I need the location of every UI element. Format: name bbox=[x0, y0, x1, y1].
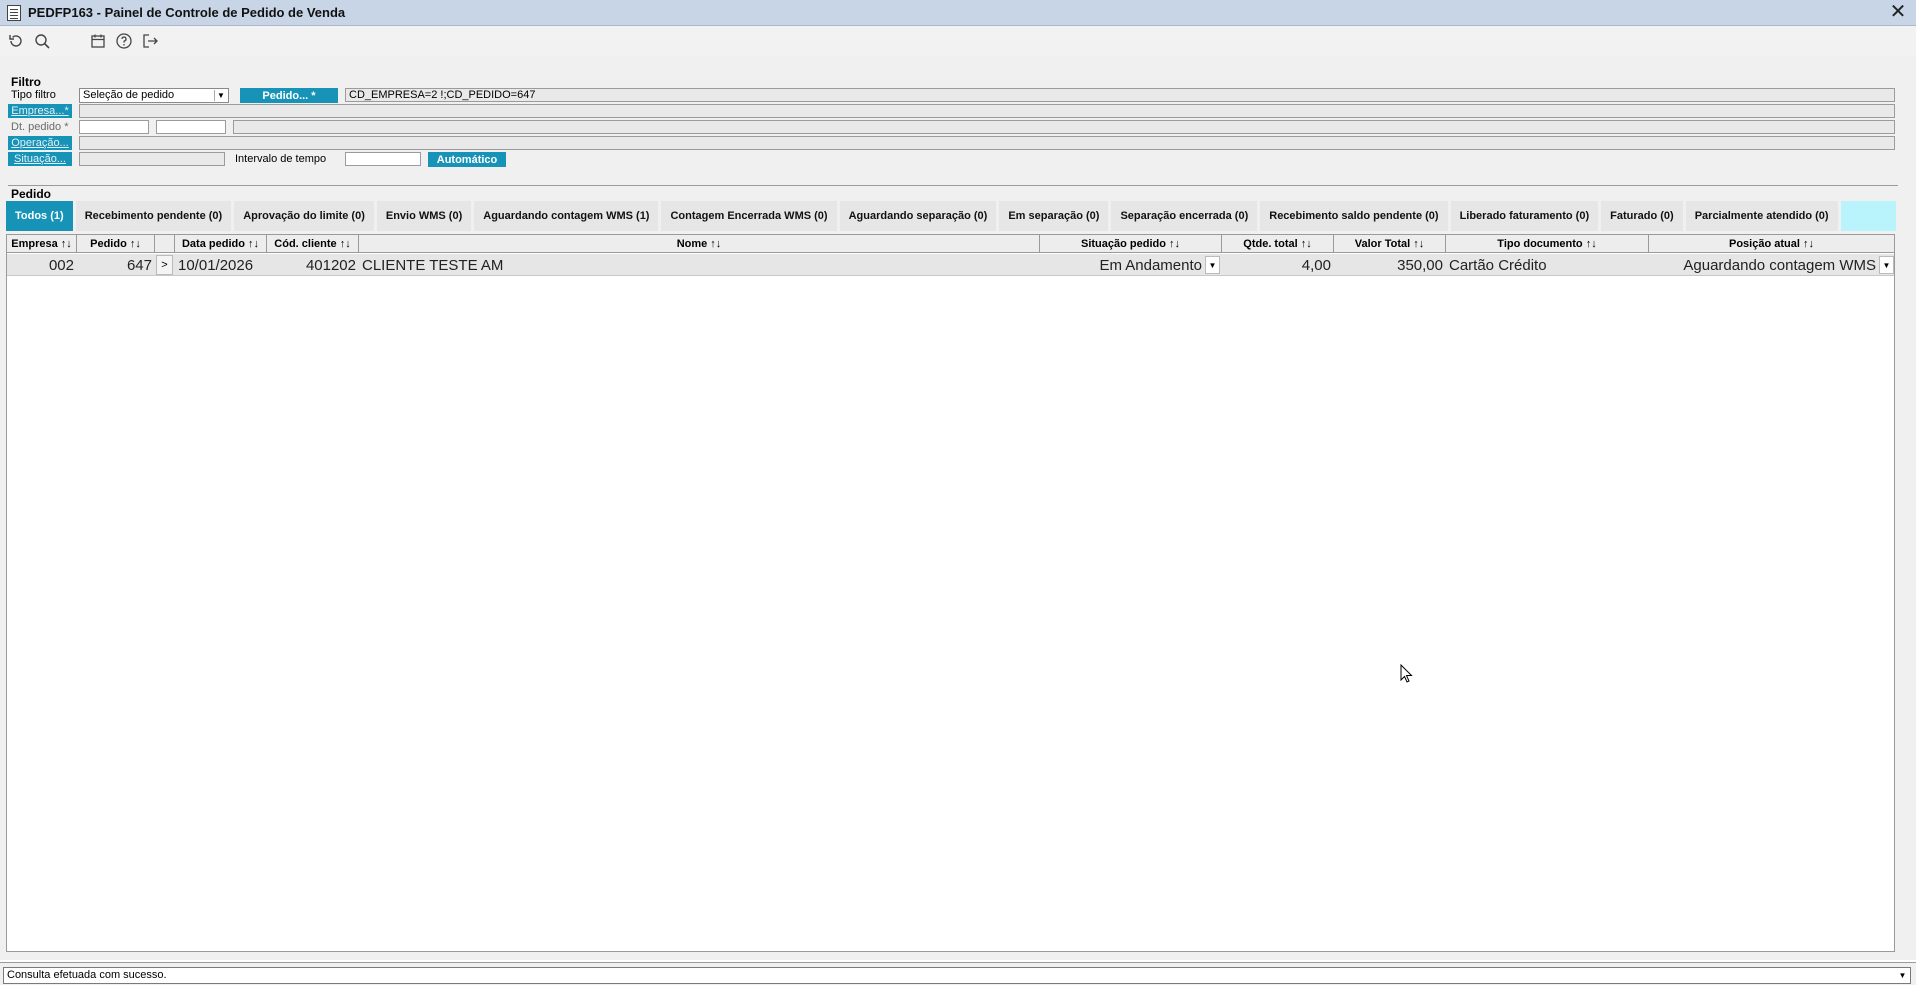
tab-aguardando-contagem-wms[interactable]: Aguardando contagem WMS (1) bbox=[474, 201, 662, 231]
close-window-button[interactable]: ✕ bbox=[1888, 2, 1908, 23]
status-message: Consulta efetuada com sucesso. bbox=[7, 969, 167, 981]
intervalo-field[interactable] bbox=[345, 152, 421, 166]
cell-nome: CLIENTE TESTE AM bbox=[362, 256, 504, 274]
column-header-tipo-documento[interactable]: Tipo documento ↑↓ bbox=[1446, 235, 1649, 253]
grid-header: Empresa ↑↓ Pedido ↑↓ Data pedido ↑↓ Cód.… bbox=[7, 235, 1894, 253]
title-bar: PEDFP163 - Painel de Controle de Pedido … bbox=[0, 0, 1916, 26]
dt-pedido-label: Dt. pedido * bbox=[11, 121, 69, 133]
tab-envio-wms[interactable]: Envio WMS (0) bbox=[376, 201, 475, 231]
window-title: PEDFP163 - Painel de Controle de Pedido … bbox=[28, 5, 346, 20]
tab-contagem-encerrada-wms[interactable]: Contagem Encerrada WMS (0) bbox=[661, 201, 840, 231]
filter-divider bbox=[8, 185, 1898, 186]
pedido-section-title: Pedido bbox=[11, 187, 52, 201]
column-header-cod-cliente[interactable]: Cód. cliente ↑↓ bbox=[267, 235, 359, 253]
tab-recebimento-saldo-pendente[interactable]: Recebimento saldo pendente (0) bbox=[1260, 201, 1451, 231]
cell-cod-cliente: 401202 bbox=[305, 256, 356, 274]
exit-icon[interactable] bbox=[140, 31, 160, 51]
pedido-grid: Empresa ↑↓ Pedido ↑↓ Data pedido ↑↓ Cód.… bbox=[6, 234, 1895, 952]
column-header-posicao-atual[interactable]: Posição atual ↑↓ bbox=[1649, 235, 1894, 253]
dt-pedido-description-field bbox=[233, 120, 1895, 134]
situacao-field[interactable] bbox=[79, 152, 225, 166]
cell-data-pedido: 10/01/2026 bbox=[178, 256, 254, 274]
main-panel: Filtro Tipo filtro Seleção de pedido ▼ P… bbox=[0, 56, 1916, 960]
cell-qtde-total: 4,00 bbox=[1301, 256, 1331, 274]
tab-aguardando-separacao[interactable]: Aguardando separação (0) bbox=[839, 201, 1000, 231]
chevron-down-icon[interactable]: ▼ bbox=[1896, 969, 1909, 982]
cell-valor-total: 350,00 bbox=[1397, 256, 1443, 274]
column-header-valor-total[interactable]: Valor Total ↑↓ bbox=[1334, 235, 1446, 253]
tab-todos[interactable]: Todos (1) bbox=[6, 201, 76, 231]
column-header-empresa[interactable]: Empresa ↑↓ bbox=[7, 235, 77, 253]
automatico-button[interactable]: Automático bbox=[428, 152, 506, 167]
mouse-cursor-icon bbox=[1400, 664, 1413, 683]
tab-aprovacao-limite[interactable]: Aprovação do limite (0) bbox=[234, 201, 377, 231]
tab-liberado-faturamento[interactable]: Liberado faturamento (0) bbox=[1450, 201, 1602, 231]
cell-posicao-atual: Aguardando contagem WMS bbox=[1683, 256, 1876, 274]
tab-separacao-encerrada[interactable]: Separação encerrada (0) bbox=[1111, 201, 1261, 231]
cell-tipo-documento: Cartão Crédito bbox=[1449, 256, 1547, 274]
intervalo-label: Intervalo de tempo bbox=[235, 153, 327, 165]
status-message-field[interactable]: Consulta efetuada com sucesso. ▼ bbox=[3, 967, 1911, 984]
pedido-filter-field[interactable]: CD_EMPRESA=2 !;CD_PEDIDO=647 bbox=[345, 88, 1895, 102]
column-header-pedido[interactable]: Pedido ↑↓ bbox=[77, 235, 155, 253]
operacao-lookup-button[interactable]: Operação... bbox=[8, 136, 72, 150]
cell-situacao-pedido: Em Andamento bbox=[1099, 256, 1202, 274]
column-header-situacao-pedido[interactable]: Situação pedido ↑↓ bbox=[1040, 235, 1222, 253]
cell-empresa: 002 bbox=[48, 256, 74, 274]
column-header-nome[interactable]: Nome ↑↓ bbox=[359, 235, 1040, 253]
column-header-data-pedido[interactable]: Data pedido ↑↓ bbox=[175, 235, 267, 253]
tab-faturado[interactable]: Faturado (0) bbox=[1601, 201, 1686, 231]
operacao-field[interactable] bbox=[79, 136, 1895, 150]
row-expand-button[interactable]: > bbox=[156, 255, 173, 275]
situacao-dropdown-icon[interactable]: ▼ bbox=[1205, 256, 1220, 274]
column-header-expand bbox=[155, 235, 175, 253]
refresh-icon[interactable] bbox=[6, 31, 26, 51]
empresa-field[interactable] bbox=[79, 104, 1895, 118]
dt-pedido-from-field[interactable] bbox=[79, 120, 149, 134]
cell-pedido: 647 bbox=[126, 256, 152, 274]
status-bar: Consulta efetuada com sucesso. ▼ bbox=[0, 962, 1916, 985]
dt-pedido-to-field[interactable] bbox=[156, 120, 226, 134]
situacao-lookup-button[interactable]: Situação... bbox=[8, 152, 72, 166]
tab-em-separacao[interactable]: Em separação (0) bbox=[999, 201, 1112, 231]
empresa-lookup-button[interactable]: Empresa...* bbox=[8, 104, 72, 118]
filter-section-title: Filtro bbox=[11, 75, 41, 89]
tipo-filtro-value: Seleção de pedido bbox=[83, 89, 175, 101]
chevron-down-icon[interactable]: ▼ bbox=[214, 90, 227, 101]
status-tabs: Todos (1) Recebimento pendente (0) Aprov… bbox=[6, 201, 1896, 231]
app-document-icon bbox=[7, 4, 21, 21]
column-header-qtde-total[interactable]: Qtde. total ↑↓ bbox=[1222, 235, 1334, 253]
toolbar bbox=[0, 26, 1916, 56]
tipo-filtro-label: Tipo filtro bbox=[11, 89, 56, 101]
tipo-filtro-select[interactable]: Seleção de pedido ▼ bbox=[79, 88, 229, 103]
help-icon[interactable] bbox=[114, 31, 134, 51]
posicao-dropdown-icon[interactable]: ▼ bbox=[1879, 256, 1894, 274]
tab-parcialmente-atendido[interactable]: Parcialmente atendido (0) bbox=[1685, 201, 1841, 231]
search-icon[interactable] bbox=[32, 31, 52, 51]
calendar-icon[interactable] bbox=[88, 31, 108, 51]
table-row[interactable]: 002 647 > 10/01/2026 401202 CLIENTE TEST… bbox=[7, 254, 1894, 276]
tab-recebimento-pendente[interactable]: Recebimento pendente (0) bbox=[75, 201, 235, 231]
pedido-lookup-button[interactable]: Pedido... * bbox=[240, 88, 338, 103]
